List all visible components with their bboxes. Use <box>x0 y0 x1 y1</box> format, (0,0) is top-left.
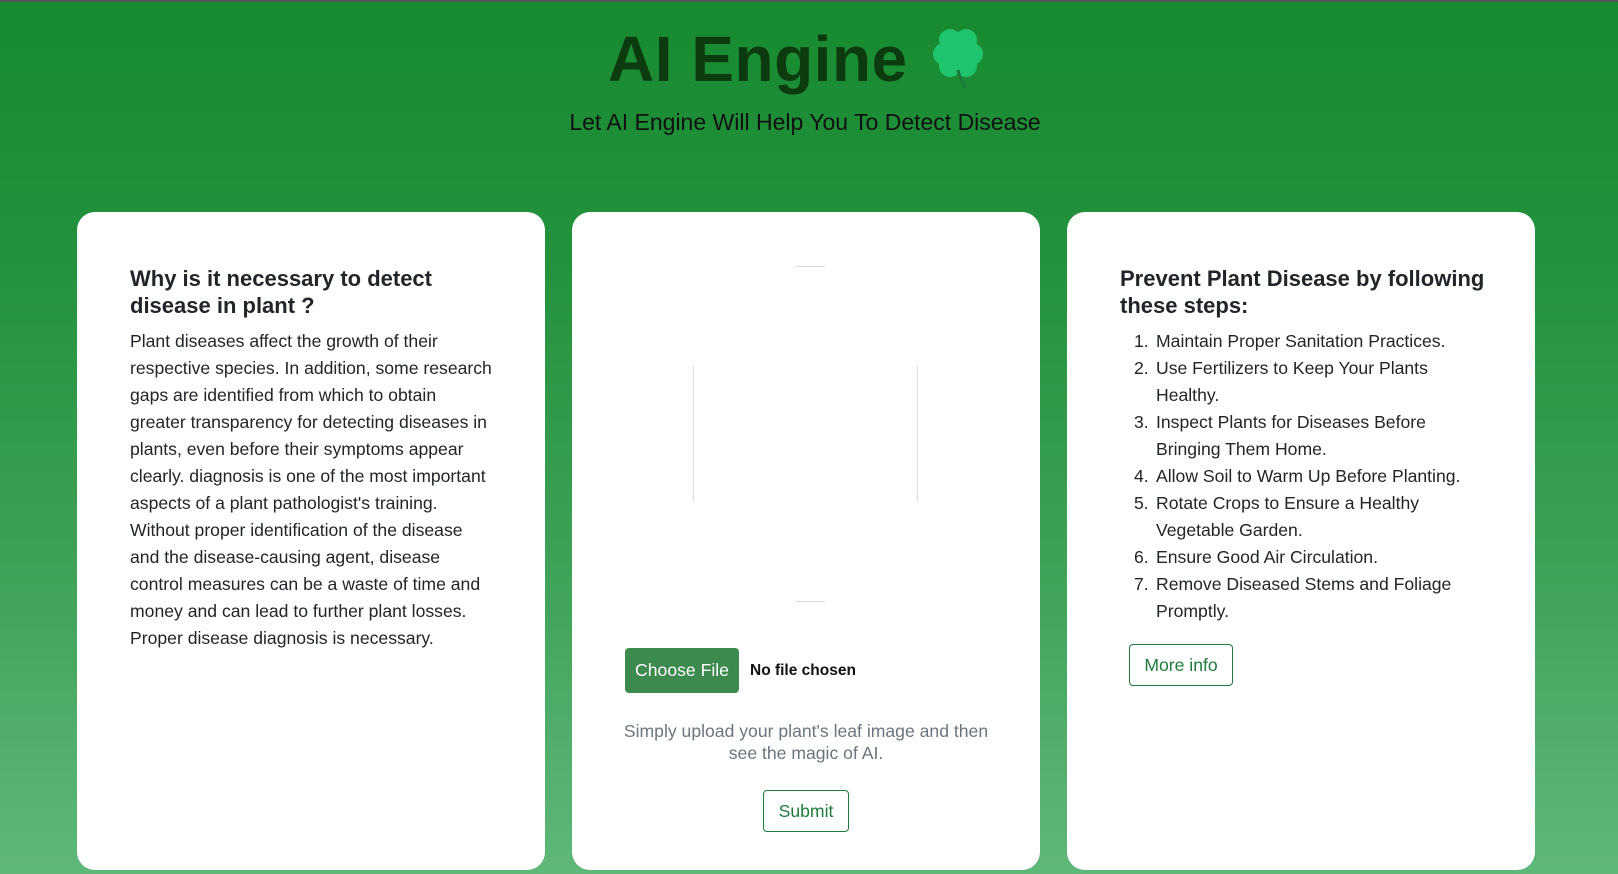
image-preview <box>693 266 918 602</box>
step-text: Remove Diseased Stems and Foliage Prompt… <box>1156 574 1452 621</box>
list-item: 5. Rotate Crops to Ensure a Healthy Veget… <box>1120 490 1490 544</box>
step-text: Use Fertilizers to Keep Your Plants Heal… <box>1156 358 1428 405</box>
file-status: No file chosen <box>750 662 856 679</box>
why-detect-heading: Why is it necessary to detect disease in… <box>130 266 432 318</box>
upload-hint: Simply upload your plant's leaf image an… <box>623 721 989 763</box>
list-item: 4. Allow Soil to Warm Up Before Planting. <box>1120 463 1490 490</box>
four-leaf-clover-icon <box>933 29 983 89</box>
list-item: 2. Use Fertilizers to Keep Your Plants He… <box>1120 355 1490 409</box>
prevent-heading: Prevent Plant Disease by following these… <box>1120 266 1485 318</box>
step-text: Rotate Crops to Ensure a Healthy Vegetab… <box>1156 493 1420 540</box>
submit-button[interactable]: Submit <box>763 790 849 832</box>
choose-file-button[interactable]: Choose File <box>625 648 739 693</box>
step-number: 5. <box>1134 493 1149 513</box>
step-text: Ensure Good Air Circulation. <box>1156 547 1378 567</box>
step-text: Inspect Plants for Diseases Before Bring… <box>1156 412 1426 459</box>
step-text: Allow Soil to Warm Up Before Planting. <box>1156 466 1461 486</box>
why-detect-text: Plant diseases affect the growth of thei… <box>130 331 492 648</box>
more-info-button[interactable]: More info <box>1129 644 1233 686</box>
list-item: 1. Maintain Proper Sanitation Practices. <box>1120 328 1490 355</box>
page-header: AI Engine Let AI Engine Will Help You To… <box>0 2 1618 182</box>
step-text: Maintain Proper Sanitation Practices. <box>1156 331 1446 351</box>
list-item: 7. Remove Diseased Stems and Foliage Prom… <box>1120 571 1490 625</box>
step-number: 3. <box>1134 412 1149 432</box>
preview-border <box>795 601 825 602</box>
why-detect-card: Why is it necessary to detect disease in… <box>77 212 545 870</box>
preview-border <box>693 366 694 502</box>
step-number: 4. <box>1134 466 1149 486</box>
step-number: 7. <box>1134 574 1149 594</box>
prevention-steps-list: 1. Maintain Proper Sanitation Practices. … <box>1120 328 1490 625</box>
preview-border <box>795 266 825 267</box>
step-number: 2. <box>1134 358 1149 378</box>
page-title: AI Engine <box>608 23 908 95</box>
preview-border <box>917 366 918 502</box>
prevent-disease-card: Prevent Plant Disease by following these… <box>1067 212 1535 870</box>
list-item: 3. Inspect Plants for Diseases Before Bri… <box>1120 409 1490 463</box>
step-number: 1. <box>1134 331 1149 351</box>
upload-card: Choose File No file chosen Simply upload… <box>572 212 1040 870</box>
step-number: 6. <box>1134 547 1149 567</box>
list-item: 6. Ensure Good Air Circulation. <box>1120 544 1490 571</box>
page-subtitle: Let AI Engine Will Help You To Detect Di… <box>569 109 1041 135</box>
